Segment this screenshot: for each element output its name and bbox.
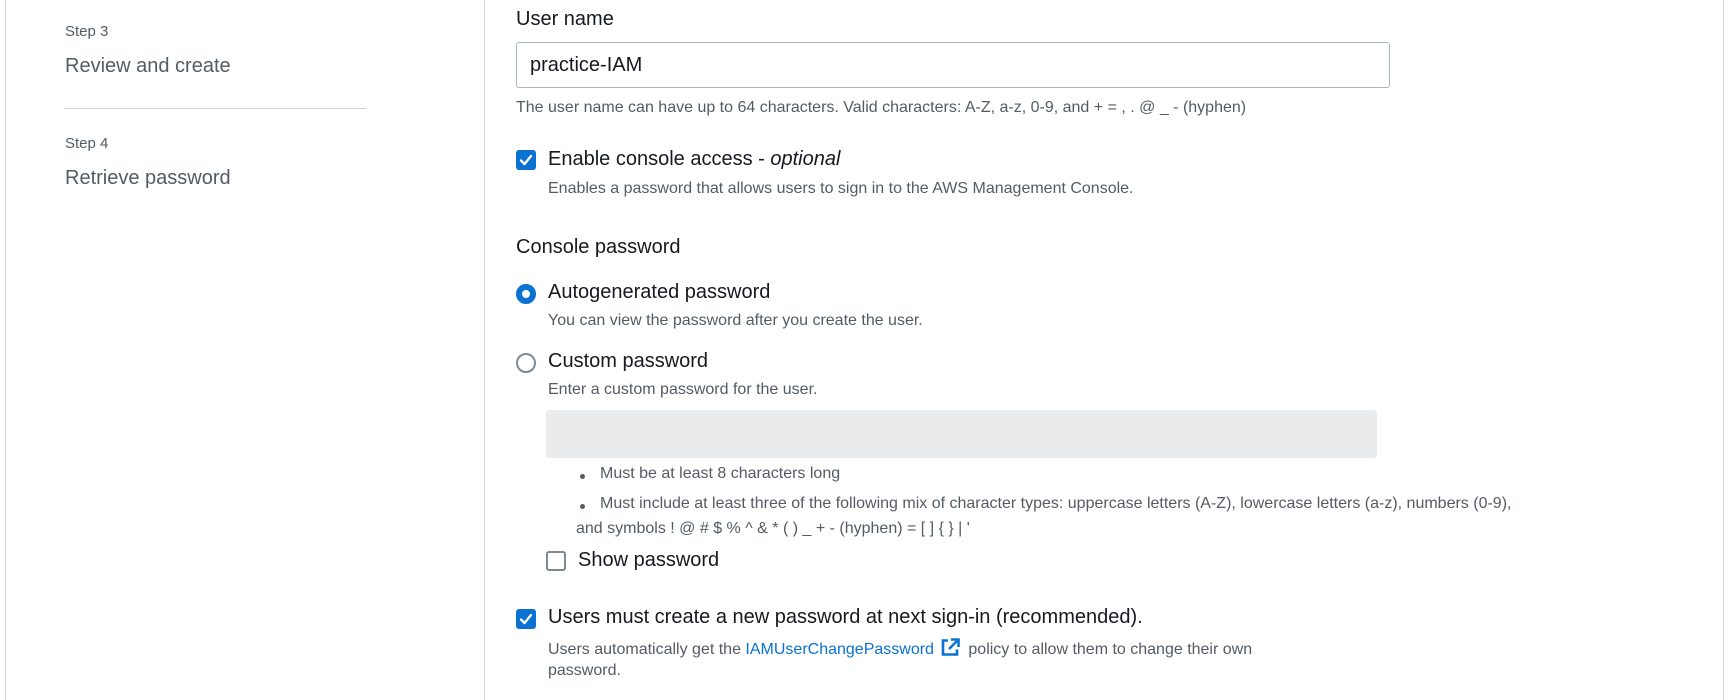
custom-password-radio[interactable] (516, 353, 536, 373)
bullet-dot (580, 504, 585, 509)
console-password-heading: Console password (516, 236, 681, 258)
step-4-label: Step 4 (65, 135, 109, 152)
autogenerated-password-description: You can view the password after you crea… (548, 312, 923, 329)
console-access-label[interactable]: Enable console access - optional (548, 148, 840, 171)
iam-user-change-password-link[interactable]: IAMUserChangePassword (745, 641, 934, 658)
check-icon (519, 154, 533, 166)
console-access-description: Enables a password that allows users to … (548, 180, 1134, 197)
reset-password-description: Users automatically get the IAMUserChang… (548, 638, 1252, 662)
step-4-title[interactable]: Retrieve password (65, 167, 231, 190)
user-name-input[interactable] (516, 42, 1390, 88)
reset-desc-suffix: policy to allow them to change their own (963, 641, 1253, 658)
reset-password-checkbox[interactable] (516, 609, 536, 629)
autogenerated-password-radio[interactable] (516, 284, 536, 304)
reset-desc-prefix: Users automatically get the (548, 641, 746, 658)
user-name-label: User name (516, 8, 614, 30)
autogenerated-password-label[interactable]: Autogenerated password (548, 281, 770, 304)
step-3-title[interactable]: Review and create (65, 55, 231, 78)
external-link-icon[interactable] (940, 638, 960, 662)
requirement-symbols: and symbols ! @ # $ % ^ & * ( ) _ + - (h… (576, 520, 970, 537)
reset-password-description-line2: password. (548, 662, 621, 679)
column-divider (484, 0, 485, 700)
user-name-help: The user name can have up to 64 characte… (516, 99, 1247, 116)
console-access-label-text: Enable console access - (548, 148, 771, 170)
step-divider (64, 108, 366, 109)
custom-password-description: Enter a custom password for the user. (548, 381, 818, 398)
requirement-length: Must be at least 8 characters long (600, 465, 841, 482)
page-frame-right (1723, 0, 1724, 700)
custom-password-input[interactable] (546, 410, 1377, 458)
console-access-optional: optional (770, 148, 841, 170)
reset-password-label[interactable]: Users must create a new password at next… (548, 606, 1143, 629)
custom-password-label[interactable]: Custom password (548, 350, 708, 373)
check-icon (519, 613, 533, 625)
show-password-label[interactable]: Show password (578, 549, 719, 572)
step-3-label: Step 3 (65, 23, 109, 40)
show-password-checkbox[interactable] (546, 551, 566, 571)
requirement-character-types: Must include at least three of the follo… (600, 495, 1512, 512)
page-frame-left (5, 0, 6, 700)
console-access-checkbox[interactable] (516, 150, 536, 170)
bullet-dot (580, 474, 585, 479)
